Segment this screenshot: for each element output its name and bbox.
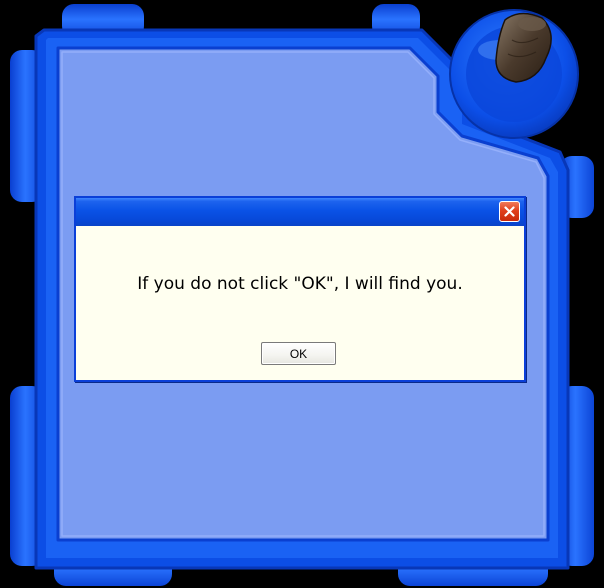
dialog-body: If you do not click "OK", I will find yo… [76,226,524,380]
game-scene: If you do not click "OK", I will find yo… [0,0,604,588]
ok-button[interactable]: OK [261,342,336,365]
corner-knob [449,9,579,139]
close-button[interactable] [499,201,520,222]
dialog-message: If you do not click "OK", I will find yo… [137,274,463,294]
dialog-title-bar[interactable] [76,198,524,226]
message-dialog: If you do not click "OK", I will find yo… [74,196,526,382]
close-x-icon [504,206,515,217]
